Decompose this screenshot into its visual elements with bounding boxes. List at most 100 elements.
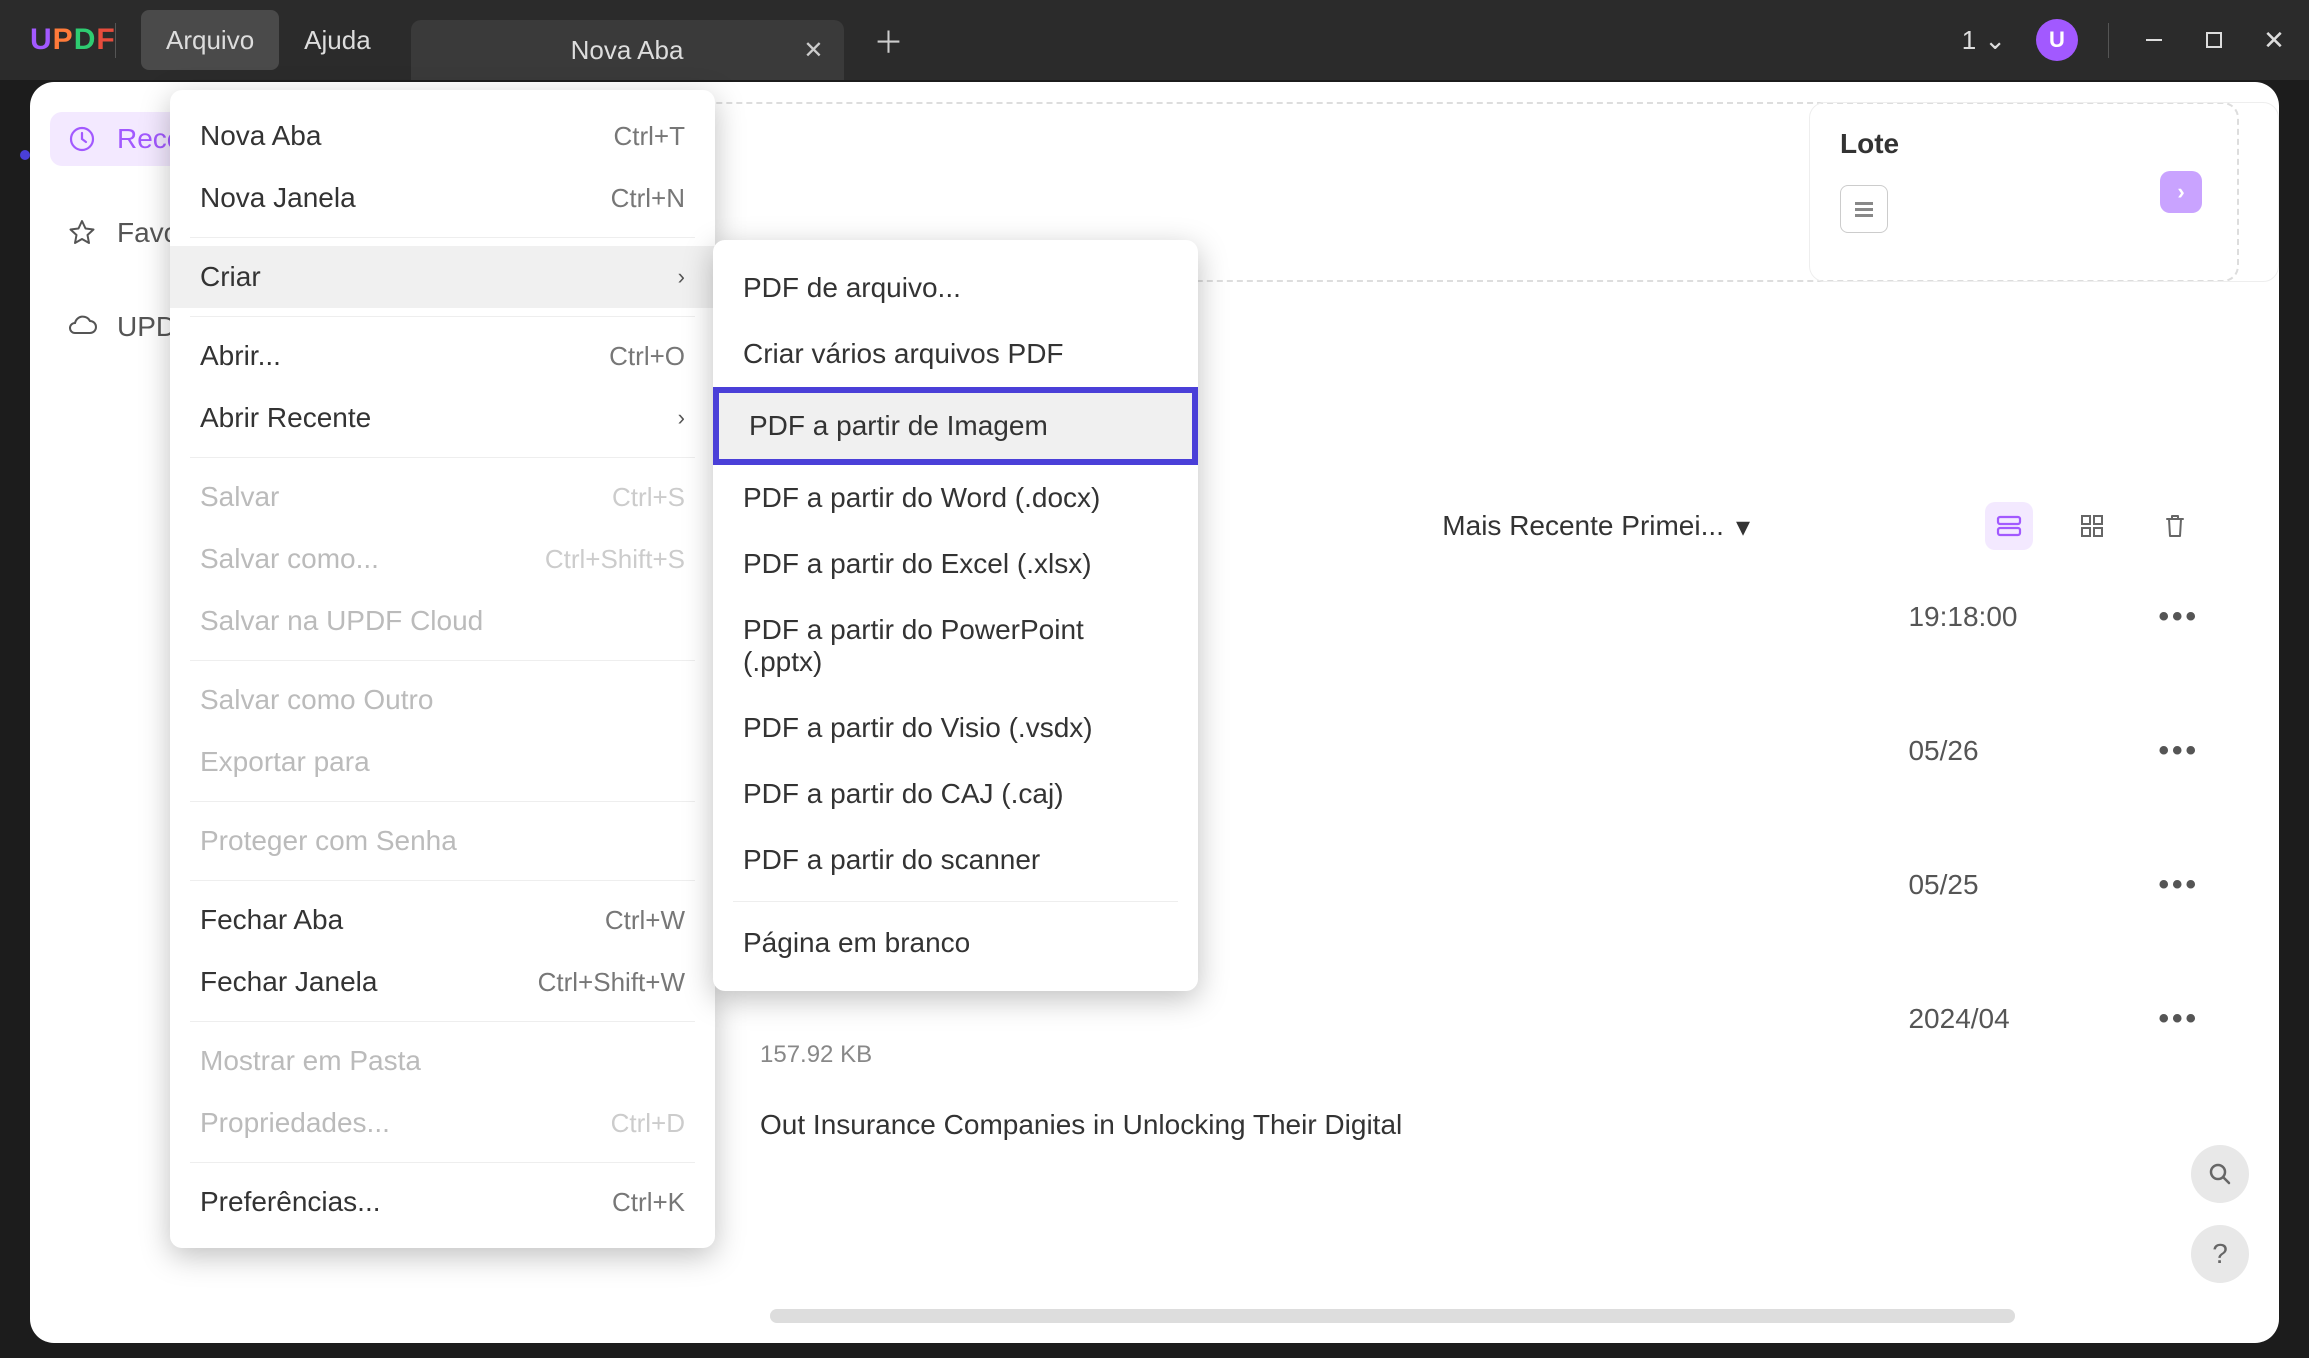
menu-label: Abrir Recente xyxy=(200,402,371,434)
submenu-pdf-from-image[interactable]: PDF a partir de Imagem xyxy=(713,387,1198,465)
add-tab-button[interactable]: ＋ xyxy=(874,18,904,62)
menu-label: Salvar xyxy=(200,481,279,513)
tab-new[interactable]: Nova Aba ✕ xyxy=(411,20,844,80)
file-date: 2024/04 xyxy=(1908,1003,2158,1035)
window-controls: 1 ⌄ U ✕ xyxy=(1962,19,2289,61)
menu-separator xyxy=(190,457,695,458)
menu-export: Exportar para xyxy=(170,731,715,793)
menu-separator xyxy=(190,660,695,661)
more-icon[interactable]: ••• xyxy=(2158,600,2199,634)
menu-properties: Propriedades... Ctrl+D xyxy=(170,1092,715,1154)
menu-separator xyxy=(190,1162,695,1163)
chevron-right-icon: › xyxy=(678,405,685,431)
menu-preferences[interactable]: Preferências... Ctrl+K xyxy=(170,1171,715,1233)
menu-label: Nova Aba xyxy=(200,120,321,152)
menu-separator xyxy=(190,316,695,317)
menu-protect: Proteger com Senha xyxy=(170,810,715,872)
horizontal-scrollbar[interactable] xyxy=(770,1309,2015,1323)
help-button[interactable]: ? xyxy=(2191,1225,2249,1283)
file-row[interactable]: Out Insurance Companies in Unlocking The… xyxy=(760,1109,2239,1141)
shortcut: Ctrl+D xyxy=(611,1108,685,1139)
cloud-icon xyxy=(65,310,99,344)
submenu-pdf-from-caj[interactable]: PDF a partir do CAJ (.caj) xyxy=(713,761,1198,827)
menu-new-tab[interactable]: Nova Aba Ctrl+T xyxy=(170,105,715,167)
minimize-button[interactable] xyxy=(2139,25,2169,55)
shortcut: Ctrl+O xyxy=(609,341,685,372)
shortcut: Ctrl+W xyxy=(605,905,685,936)
scroll-thumb[interactable] xyxy=(770,1309,2015,1323)
maximize-button[interactable] xyxy=(2199,25,2229,55)
more-icon[interactable]: ••• xyxy=(2158,868,2199,902)
submenu-pdf-from-file[interactable]: PDF de arquivo... xyxy=(713,255,1198,321)
menu-label: Fechar Janela xyxy=(200,966,377,998)
menu-label: Salvar como... xyxy=(200,543,379,575)
shortcut: Ctrl+Shift+S xyxy=(545,544,685,575)
menu-close-window[interactable]: Fechar Janela Ctrl+Shift+W xyxy=(170,951,715,1013)
window-count[interactable]: 1 ⌄ xyxy=(1962,25,2006,56)
submenu-pdf-from-word[interactable]: PDF a partir do Word (.docx) xyxy=(713,465,1198,531)
titlebar: UPDF Arquivo Ajuda Nova Aba ✕ ＋ 1 ⌄ U ✕ xyxy=(0,0,2309,80)
file-menu-dropdown: Nova Aba Ctrl+T Nova Janela Ctrl+N Criar… xyxy=(170,90,715,1248)
menu-separator xyxy=(190,801,695,802)
file-date: 19:18:00 xyxy=(1908,601,2158,633)
edge-indicator-dot xyxy=(20,150,30,160)
clock-icon xyxy=(65,122,99,156)
menu-create[interactable]: Criar › xyxy=(170,246,715,308)
menu-label: Salvar na UPDF Cloud xyxy=(200,605,483,637)
menu-label: Mostrar em Pasta xyxy=(200,1045,421,1077)
sort-label: Mais Recente Primei... xyxy=(1442,510,1724,542)
more-icon[interactable]: ••• xyxy=(2158,1002,2199,1036)
submenu-multi-pdf[interactable]: Criar vários arquivos PDF xyxy=(713,321,1198,387)
menu-label: Nova Janela xyxy=(200,182,356,214)
menu-open-recent[interactable]: Abrir Recente › xyxy=(170,387,715,449)
file-date: 05/25 xyxy=(1908,869,2158,901)
star-icon xyxy=(65,216,99,250)
menu-label: Proteger com Senha xyxy=(200,825,457,857)
menu-separator xyxy=(190,237,695,238)
submenu-pdf-from-visio[interactable]: PDF a partir do Visio (.vsdx) xyxy=(713,695,1198,761)
create-submenu: PDF de arquivo... Criar vários arquivos … xyxy=(713,240,1198,991)
menu-label: Criar xyxy=(200,261,261,293)
menu-new-window[interactable]: Nova Janela Ctrl+N xyxy=(170,167,715,229)
window-count-value: 1 xyxy=(1962,25,1976,56)
menu-show-folder: Mostrar em Pasta xyxy=(170,1030,715,1092)
submenu-pdf-from-ppt[interactable]: PDF a partir do PowerPoint (.pptx) xyxy=(713,597,1198,695)
file-size: 157.92 KB xyxy=(760,1041,2239,1069)
shortcut: Ctrl+Shift+W xyxy=(538,967,685,998)
batch-icon xyxy=(1840,185,1888,233)
grid-view-button[interactable] xyxy=(2068,502,2116,550)
submenu-separator xyxy=(733,901,1178,902)
menu-label: Propriedades... xyxy=(200,1107,390,1139)
more-icon[interactable]: ••• xyxy=(2158,734,2199,768)
avatar[interactable]: U xyxy=(2036,19,2078,61)
chevron-right-icon: › xyxy=(678,264,685,290)
menu-help[interactable]: Ajuda xyxy=(279,10,396,70)
shortcut: Ctrl+K xyxy=(612,1187,685,1218)
submenu-pdf-from-scanner[interactable]: PDF a partir do scanner xyxy=(713,827,1198,893)
menu-close-tab[interactable]: Fechar Aba Ctrl+W xyxy=(170,889,715,951)
delete-button[interactable] xyxy=(2151,502,2199,550)
close-icon[interactable]: ✕ xyxy=(803,36,823,65)
search-button[interactable] xyxy=(2191,1145,2249,1203)
menu-label: Salvar como Outro xyxy=(200,684,433,716)
shortcut: Ctrl+N xyxy=(611,183,685,214)
menu-save-as: Salvar como... Ctrl+Shift+S xyxy=(170,528,715,590)
list-view-button[interactable] xyxy=(1985,502,2033,550)
menu-save: Salvar Ctrl+S xyxy=(170,466,715,528)
tab-title: Nova Aba xyxy=(571,35,684,66)
close-window-button[interactable]: ✕ xyxy=(2259,25,2289,55)
sort-dropdown[interactable]: Mais Recente Primei... ▾ xyxy=(1442,510,1750,543)
menu-file[interactable]: Arquivo xyxy=(141,10,279,70)
shortcut: Ctrl+S xyxy=(612,482,685,513)
menu-open[interactable]: Abrir... Ctrl+O xyxy=(170,325,715,387)
menu-label: Preferências... xyxy=(200,1186,381,1218)
menu-separator xyxy=(190,880,695,881)
submenu-blank-page[interactable]: Página em branco xyxy=(713,910,1198,976)
menu-label: Abrir... xyxy=(200,340,281,372)
menu-label: Exportar para xyxy=(200,746,370,778)
file-date: 05/26 xyxy=(1908,735,2158,767)
batch-card[interactable]: Lote xyxy=(1809,102,2279,282)
app-logo: UPDF xyxy=(0,23,85,57)
menu-save-cloud: Salvar na UPDF Cloud xyxy=(170,590,715,652)
submenu-pdf-from-excel[interactable]: PDF a partir do Excel (.xlsx) xyxy=(713,531,1198,597)
